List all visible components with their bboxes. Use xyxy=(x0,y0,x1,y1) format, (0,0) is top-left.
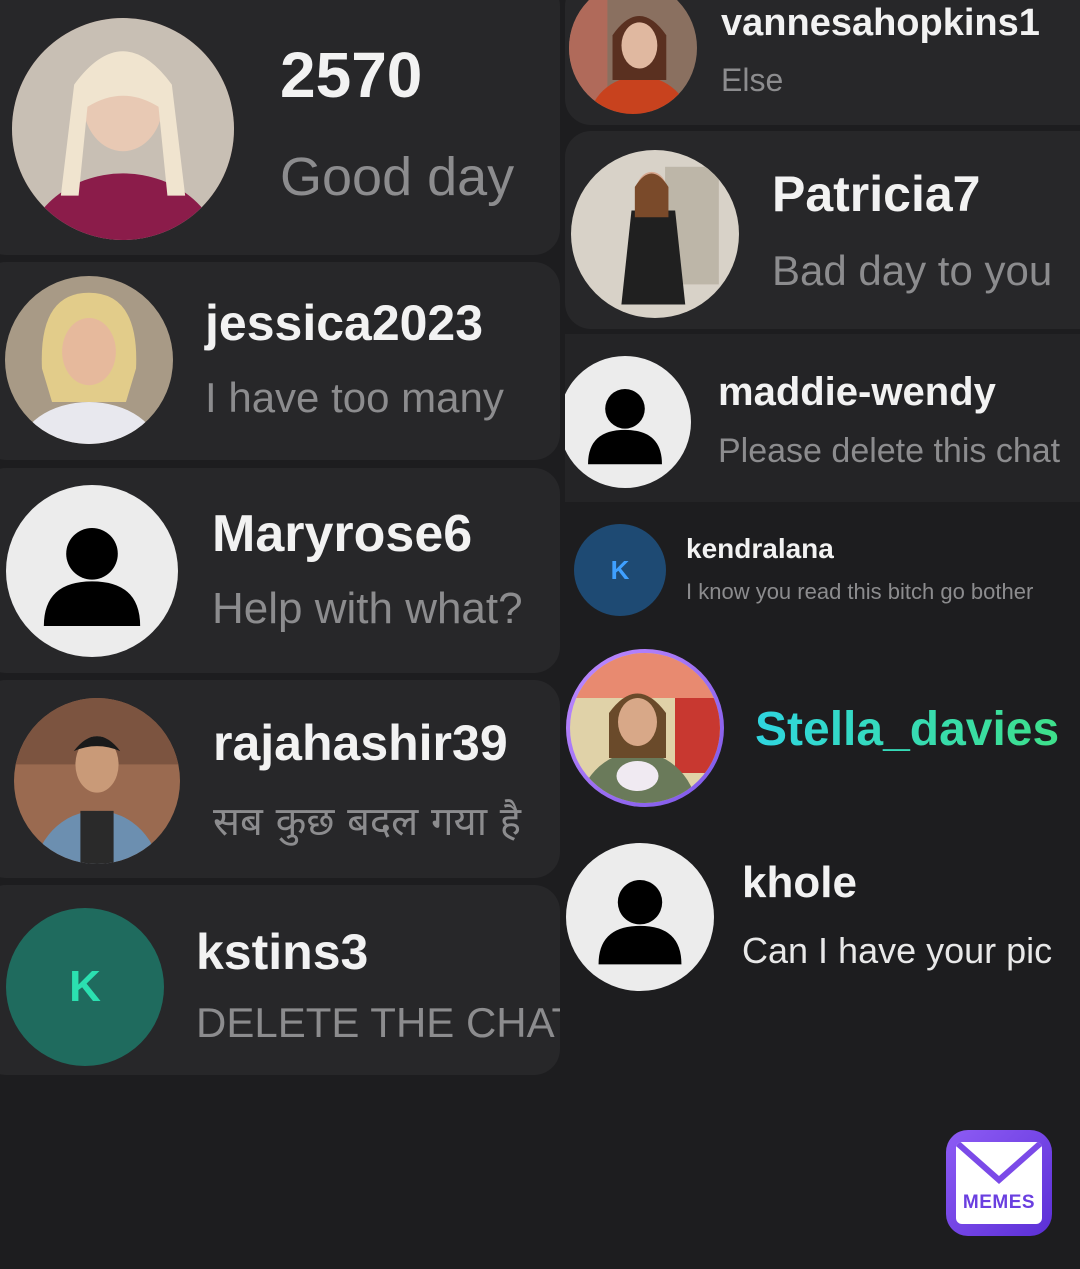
chat-username: rajahashir39 xyxy=(213,715,508,771)
avatar-photo xyxy=(5,276,173,444)
avatar-letter: K xyxy=(610,554,630,585)
avatar-photo-story-ring xyxy=(566,649,724,807)
chat-username: vannesahopkins1 xyxy=(721,2,1040,44)
chat-card-stella-davies[interactable]: Stella_davies xyxy=(565,640,1080,820)
chat-message-preview: DELETE THE CHAT xyxy=(196,999,560,1046)
chat-message-preview: I have too many xyxy=(205,374,504,421)
chat-message-preview: Can I have your pic xyxy=(742,930,1053,971)
chat-card-maddie-wendy[interactable]: maddie-wendy Please delete this chat xyxy=(565,334,1080,502)
memes-watermark-logo: MEMES xyxy=(946,1130,1052,1236)
person-silhouette-icon xyxy=(598,880,682,965)
profile-photo-image xyxy=(570,653,720,803)
chat-message-preview: Please delete this chat xyxy=(718,432,1061,470)
avatar-letter: K xyxy=(69,962,101,1011)
profile-photo-image xyxy=(5,276,173,444)
chat-card-khole[interactable]: khole Can I have your pic xyxy=(565,828,1080,1008)
profile-photo-image xyxy=(14,698,180,864)
default-avatar xyxy=(565,356,691,488)
default-avatar xyxy=(566,843,714,991)
chat-message-preview: Help with what? xyxy=(212,584,523,633)
letter-avatar: K xyxy=(6,908,164,1066)
chat-message-preview: I know you read this bitch go bother xyxy=(686,579,1034,604)
avatar-photo xyxy=(12,18,234,240)
chat-message-preview: Good day xyxy=(280,147,515,207)
profile-photo-image xyxy=(12,18,234,240)
chat-card-patricia7[interactable]: Patricia7 Bad day to you xyxy=(565,131,1080,329)
chat-message-preview: Else xyxy=(721,62,784,98)
avatar-photo xyxy=(570,653,720,803)
chat-username: kendralana xyxy=(686,533,834,564)
chat-username: maddie-wendy xyxy=(718,370,996,414)
chat-username: kstins3 xyxy=(196,924,369,980)
chat-username: khole xyxy=(742,858,857,907)
chat-message-preview: सब कुछ बदल गया है xyxy=(213,799,522,845)
avatar-photo xyxy=(14,698,180,864)
chat-message-preview: Bad day to you xyxy=(772,247,1053,294)
letter-avatar: K xyxy=(574,524,666,616)
person-silhouette-icon xyxy=(43,528,141,627)
chat-card-2570[interactable]: 2570 Good day xyxy=(0,0,560,255)
chat-card-rajahashir39[interactable]: rajahashir39 सब कुछ बदल गया है xyxy=(0,680,560,878)
chat-username: jessica2023 xyxy=(205,295,484,351)
chat-username: 2570 xyxy=(280,39,423,111)
chat-username-highlighted: Stella_davies xyxy=(755,703,1060,756)
chat-username: Patricia7 xyxy=(772,166,981,222)
chat-card-kendralana[interactable]: K kendralana I know you read this bitch … xyxy=(565,503,1080,633)
avatar-photo xyxy=(569,0,697,114)
chat-card-jessica2023[interactable]: jessica2023 I have too many xyxy=(0,262,560,460)
chat-card-kstins3[interactable]: K kstins3 DELETE THE CHAT xyxy=(0,885,560,1075)
chat-card-maryrose6[interactable]: Maryrose6 Help with what? xyxy=(0,468,560,673)
chat-username: Maryrose6 xyxy=(212,505,473,563)
avatar-photo xyxy=(571,150,739,318)
envelope-logo-icon: MEMES xyxy=(956,1142,1042,1224)
watermark-label: MEMES xyxy=(962,1192,1036,1213)
person-silhouette-icon xyxy=(588,389,662,465)
profile-photo-image xyxy=(569,0,697,114)
default-avatar xyxy=(6,485,178,657)
chat-card-vannesahopkins1[interactable]: vannesahopkins1 Else xyxy=(565,0,1080,125)
profile-photo-image xyxy=(571,150,739,318)
